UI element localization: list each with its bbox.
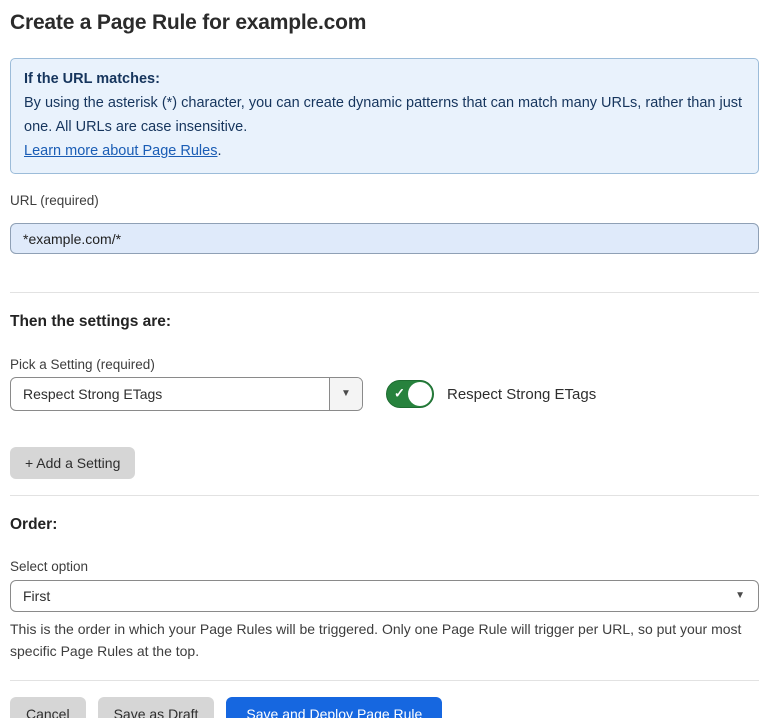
url-field-label: URL (required) [10, 193, 759, 208]
chevron-down-icon: ▼ [341, 389, 351, 399]
chevron-down-icon: ▼ [735, 591, 745, 601]
page-title: Create a Page Rule for example.com [10, 11, 759, 35]
etags-toggle-label: Respect Strong ETags [447, 386, 596, 403]
save-deploy-button[interactable]: Save and Deploy Page Rule [226, 697, 442, 718]
save-draft-button[interactable]: Save as Draft [98, 697, 215, 718]
info-box-link-line: Learn more about Page Rules. [24, 139, 745, 163]
toggle-knob [408, 382, 432, 406]
page-rule-form: Create a Page Rule for example.com If th… [0, 0, 769, 718]
info-box-heading: If the URL matches: [24, 67, 745, 91]
pick-setting-label: Pick a Setting (required) [10, 357, 759, 372]
order-select[interactable]: First ▼ [10, 580, 759, 612]
url-input[interactable] [10, 223, 759, 254]
section-divider [10, 495, 759, 496]
order-select-label: Select option [10, 559, 759, 574]
add-setting-button[interactable]: + Add a Setting [10, 447, 135, 479]
footer-divider [10, 680, 759, 681]
link-period: . [217, 143, 221, 159]
setting-select-value: Respect Strong ETags [11, 378, 329, 410]
order-help-text: This is the order in which your Page Rul… [10, 618, 755, 662]
section-divider [10, 292, 759, 293]
learn-more-link[interactable]: Learn more about Page Rules [24, 143, 217, 159]
setting-row: Respect Strong ETags ▼ ✓ Respect Strong … [10, 377, 759, 411]
order-select-arrow: ▼ [735, 581, 758, 611]
url-match-info-box: If the URL matches: By using the asteris… [10, 58, 759, 174]
setting-select[interactable]: Respect Strong ETags ▼ [10, 377, 363, 411]
info-box-body: By using the asterisk (*) character, you… [24, 91, 745, 139]
settings-section-heading: Then the settings are: [10, 313, 759, 331]
check-icon: ✓ [394, 386, 405, 402]
cancel-button[interactable]: Cancel [10, 697, 86, 718]
order-select-value: First [11, 581, 735, 611]
setting-select-arrow-button[interactable]: ▼ [329, 378, 362, 410]
form-actions: Cancel Save as Draft Save and Deploy Pag… [10, 697, 759, 718]
order-section-heading: Order: [10, 516, 759, 534]
etags-toggle[interactable]: ✓ [386, 380, 434, 408]
